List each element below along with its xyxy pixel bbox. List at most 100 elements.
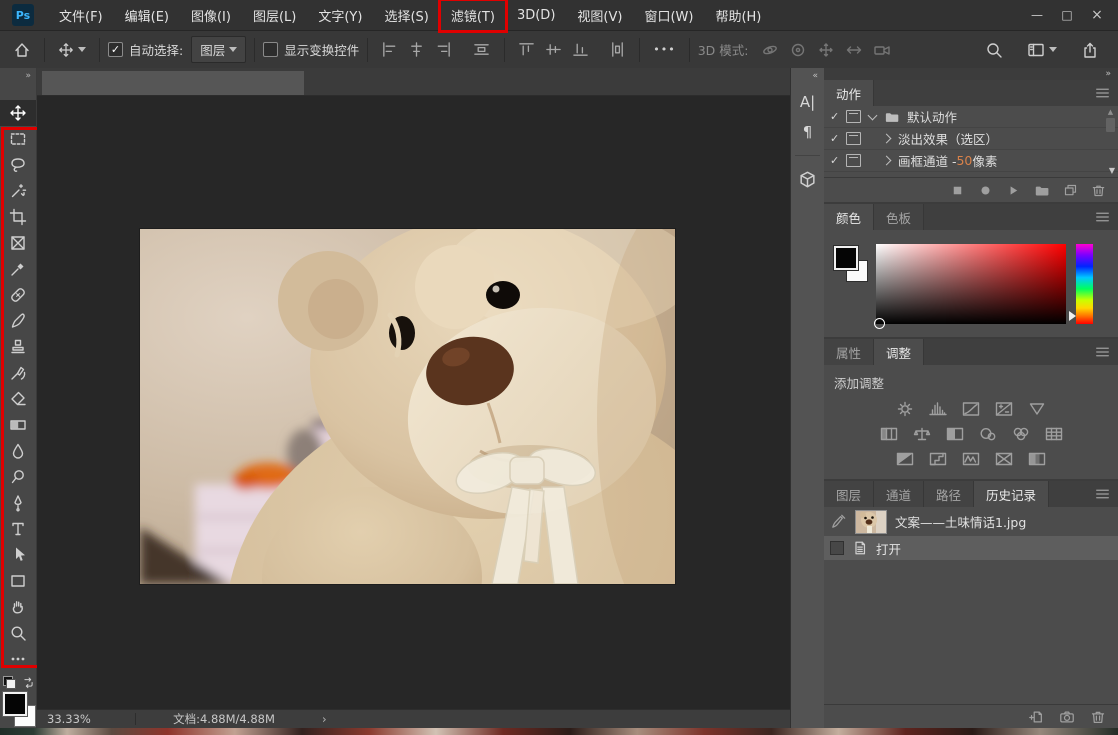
hue-saturation-button[interactable] (878, 425, 900, 442)
tool-hand[interactable] (0, 594, 36, 620)
action-row-fade-effect[interactable]: ✓ 淡出效果（选区） (824, 128, 1118, 150)
tool-brush[interactable] (0, 308, 36, 334)
scroll-up-icon[interactable]: ▲ (1108, 108, 1113, 116)
foreground-color-swatch[interactable] (834, 246, 858, 270)
3d-panel-button[interactable] (791, 164, 824, 194)
tool-marquee[interactable] (0, 126, 36, 152)
actions-panel-menu-button[interactable] (1095, 87, 1110, 99)
paragraph-panel-button[interactable]: ¶ (791, 117, 824, 147)
tool-history-brush[interactable] (0, 360, 36, 386)
delete-action-button[interactable] (1091, 183, 1106, 198)
menu-item-select[interactable]: 选择(S) (373, 1, 439, 30)
align-top-button[interactable] (513, 37, 540, 62)
tool-eraser[interactable] (0, 386, 36, 412)
posterize-button[interactable] (927, 450, 949, 467)
photo-filter-button[interactable] (977, 425, 999, 442)
align-left-button[interactable] (376, 37, 403, 62)
auto-select-checkbox[interactable]: ✓ (108, 42, 123, 57)
dialog-toggle-icon[interactable] (846, 132, 861, 145)
delete-state-button[interactable] (1090, 709, 1106, 725)
history-source-checkbox[interactable] (830, 541, 844, 555)
action-row-frame-channel[interactable]: ✓ 画框通道 - 50 像素 (824, 150, 1118, 172)
toolbar-collapse-button[interactable]: » (0, 68, 36, 84)
tool-more[interactable] (0, 646, 36, 672)
history-brush-source-icon[interactable] (830, 513, 847, 530)
color-picker-indicator[interactable] (874, 318, 885, 329)
close-button[interactable]: × (1082, 4, 1112, 26)
tool-frame[interactable] (0, 230, 36, 256)
tab-actions[interactable]: 动作 (824, 80, 874, 106)
action-enabled-check-icon[interactable]: ✓ (830, 154, 846, 167)
auto-select-target-dropdown[interactable]: 图层 (191, 36, 246, 63)
tool-blur[interactable] (0, 438, 36, 464)
gradient-map-button[interactable] (1026, 450, 1048, 467)
menu-item-layer[interactable]: 图层(L) (242, 1, 307, 30)
brightness-contrast-button[interactable] (894, 400, 916, 417)
align-right-button[interactable] (430, 37, 457, 62)
tab-color[interactable]: 颜色 (824, 204, 874, 230)
zoom-level-field[interactable]: 33.33% (37, 712, 135, 726)
hue-slider-arrow[interactable] (1069, 311, 1076, 321)
color-panel-menu-button[interactable] (1095, 211, 1110, 223)
tool-path-select[interactable] (0, 542, 36, 568)
tab-layers[interactable]: 图层 (824, 481, 874, 507)
minimize-button[interactable]: — (1022, 5, 1052, 25)
menu-item-type[interactable]: 文字(Y) (307, 1, 373, 30)
maximize-button[interactable]: □ (1052, 5, 1082, 25)
status-options-chevron[interactable]: › (312, 712, 337, 726)
align-bottom-button[interactable] (567, 37, 594, 62)
action-row-default-actions[interactable]: ✓ 默认动作 (824, 106, 1118, 128)
channel-mixer-button[interactable] (1010, 425, 1032, 442)
tool-gradient[interactable] (0, 412, 36, 438)
action-enabled-check-icon[interactable]: ✓ (830, 110, 846, 123)
distribute-horizontal-button[interactable] (467, 37, 496, 62)
menu-item-filter[interactable]: 滤镜(T) (440, 1, 506, 30)
tool-dodge[interactable] (0, 464, 36, 490)
play-button[interactable] (1006, 183, 1021, 198)
share-button[interactable] (1076, 37, 1104, 63)
tab-adjustments[interactable]: 调整 (874, 339, 924, 365)
curves-button[interactable] (960, 400, 982, 417)
home-button[interactable] (8, 37, 36, 63)
move-tool-preset-button[interactable] (53, 38, 91, 62)
color-balance-button[interactable] (911, 425, 933, 442)
search-button[interactable] (980, 37, 1008, 63)
tab-channels[interactable]: 通道 (874, 481, 924, 507)
document-tab[interactable] (42, 71, 304, 95)
dialog-toggle-icon[interactable] (846, 154, 861, 167)
new-action-button[interactable] (1063, 183, 1078, 198)
tab-properties[interactable]: 属性 (824, 339, 874, 365)
menu-item-image[interactable]: 图像(I) (180, 1, 242, 30)
3d-camera-button[interactable] (868, 37, 896, 63)
chevron-down-icon[interactable] (868, 110, 878, 120)
chevron-right-icon[interactable] (882, 134, 892, 144)
new-document-from-state-button[interactable] (1028, 709, 1044, 725)
invert-button[interactable] (894, 450, 916, 467)
menu-item-view[interactable]: 视图(V) (566, 1, 633, 30)
new-snapshot-button[interactable] (1059, 709, 1075, 725)
tool-lasso[interactable] (0, 152, 36, 178)
actions-scrollbar[interactable]: ▲ (1105, 108, 1116, 132)
new-action-set-button[interactable] (1034, 183, 1050, 198)
selective-color-button[interactable] (993, 450, 1015, 467)
tool-rectangle[interactable] (0, 568, 36, 594)
history-snapshot-row[interactable]: 文案——土味情话1.jpg (824, 507, 1118, 536)
3d-pan-button[interactable] (812, 37, 840, 63)
adjustments-panel-menu-button[interactable] (1095, 346, 1110, 358)
swap-colors-icon[interactable] (22, 676, 35, 689)
record-button[interactable] (978, 183, 993, 198)
menu-item-help[interactable]: 帮助(H) (704, 1, 772, 30)
menu-item-edit[interactable]: 编辑(E) (114, 1, 180, 30)
more-options-button[interactable]: ••• (648, 39, 680, 60)
canvas-image-teddy-bear[interactable] (140, 229, 675, 584)
tab-paths[interactable]: 路径 (924, 481, 974, 507)
levels-button[interactable] (927, 400, 949, 417)
distribute-vertical-button[interactable] (604, 37, 631, 62)
stop-button[interactable] (950, 183, 965, 198)
exposure-button[interactable] (993, 400, 1015, 417)
scroll-down-icon[interactable]: ▼ (1109, 166, 1115, 175)
tool-pen[interactable] (0, 490, 36, 516)
tool-crop[interactable] (0, 204, 36, 230)
foreground-color-swatch[interactable] (3, 692, 27, 716)
tool-zoom[interactable] (0, 620, 36, 646)
